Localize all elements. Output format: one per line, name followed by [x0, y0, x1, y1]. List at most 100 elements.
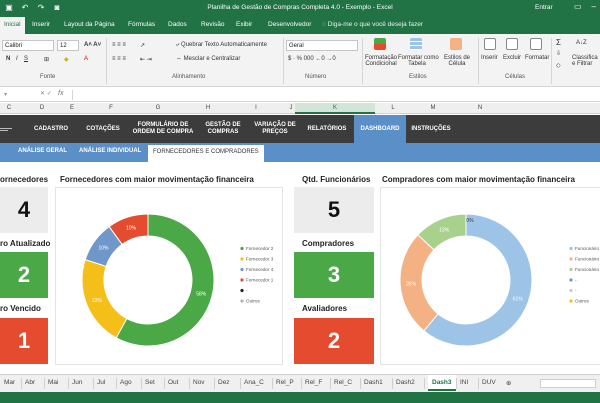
- sign-in-link[interactable]: Entrar: [535, 4, 553, 11]
- nav-instrucoes[interactable]: INSTRUÇÕES: [406, 115, 456, 143]
- grow-font-icon[interactable]: A˄ A˅: [84, 42, 101, 48]
- currency-icon[interactable]: $ · % 000 ←0 →0: [288, 56, 336, 62]
- format-table-button[interactable]: Formatar como Tabela: [398, 55, 439, 67]
- sheet-tab-set[interactable]: Set: [145, 379, 155, 386]
- italic-button[interactable]: I: [16, 56, 18, 62]
- wrap-text-button[interactable]: ⤶ Quebrar Texto Automaticamente: [176, 42, 267, 49]
- sheet-tab-dash1[interactable]: Dash1: [364, 379, 383, 386]
- nav-dashboard[interactable]: DASHBOARD: [354, 115, 406, 143]
- sheet-tab-ago[interactable]: Ago: [120, 379, 132, 386]
- indent-icon[interactable]: ⇤ ⇥: [140, 56, 152, 63]
- minimize-icon[interactable]: –: [592, 2, 596, 11]
- font-name-select[interactable]: Calibri: [2, 40, 54, 51]
- sheet-tab-dez[interactable]: Dez: [218, 379, 230, 386]
- column-header[interactable]: I: [251, 105, 261, 111]
- subtab-fornecedores-compradores[interactable]: FORNECEDORES E COMPRADORES: [148, 145, 264, 162]
- tab-revisao[interactable]: Revisão: [201, 21, 224, 28]
- sheet-tab-abr[interactable]: Abr: [25, 379, 35, 386]
- sheet-tab-dash3[interactable]: Dash3: [428, 375, 456, 391]
- font-size-select[interactable]: 12: [57, 40, 79, 51]
- orientation-icon[interactable]: ↗: [140, 42, 145, 49]
- sort-filter-icon[interactable]: A↓Z: [576, 40, 587, 46]
- column-header[interactable]: H: [203, 105, 213, 111]
- tab-inserir[interactable]: Inserir: [32, 21, 50, 28]
- column-header[interactable]: D: [37, 105, 47, 111]
- function-icon[interactable]: fx: [58, 90, 63, 97]
- fill-icon[interactable]: ⇩: [556, 50, 561, 57]
- tab-dados[interactable]: Dados: [168, 21, 187, 28]
- format-cells-icon[interactable]: [530, 38, 542, 50]
- wrap-text-label: Quebrar Texto Automaticamente: [181, 42, 267, 48]
- column-header[interactable]: N: [475, 105, 485, 111]
- format-cells-button[interactable]: Formatar: [525, 55, 549, 61]
- formula-input[interactable]: [72, 90, 598, 100]
- sheet-tab-out[interactable]: Out: [168, 379, 178, 386]
- column-header[interactable]: F: [106, 105, 116, 111]
- sheet-tabs: Mar Abr Mai Jun Jul Ago Set Out Nov Dez Ana_C Rel_P…: [0, 374, 600, 392]
- sheet-tab-rel-p[interactable]: Rel_P: [276, 379, 294, 386]
- tell-me-box[interactable]: ◌ Diga-me o que você deseja fazer: [322, 21, 423, 28]
- sheet-tab-dash2[interactable]: Dash2: [396, 379, 415, 386]
- bold-button[interactable]: N: [6, 56, 10, 62]
- merge-center-button[interactable]: ⇔ Mesclar e Centralizar: [176, 56, 240, 62]
- cancel-enter-icons[interactable]: ✕ ✓: [40, 90, 52, 97]
- insert-cells-button[interactable]: Inserir: [481, 55, 498, 61]
- fill-color-icon[interactable]: ◆: [64, 56, 69, 63]
- cell-styles-line2: Célula: [448, 61, 466, 67]
- clear-icon[interactable]: ◇: [556, 62, 561, 69]
- delete-cells-button[interactable]: Excluir: [503, 55, 521, 61]
- sheet-tab-rel-f[interactable]: Rel_F: [305, 379, 322, 386]
- group-font-label: Fonte: [40, 74, 56, 80]
- subtab-analise-individual[interactable]: ANÁLISE INDIVIDUAL: [79, 148, 141, 154]
- nav-cadastro[interactable]: CADASTRO: [22, 115, 80, 143]
- ribbon-display-icon[interactable]: ▭: [574, 2, 582, 11]
- borders-icon[interactable]: ⊞: [44, 56, 49, 63]
- sheet-tab-mar[interactable]: Mar: [4, 379, 15, 386]
- conditional-format-icon[interactable]: [374, 38, 386, 50]
- delete-cells-icon[interactable]: [506, 38, 518, 50]
- group-number-label: Número: [305, 74, 327, 80]
- column-header[interactable]: E: [67, 105, 77, 111]
- format-table-icon[interactable]: [410, 38, 422, 50]
- sort-filter-button[interactable]: Classifica e Filtrar: [572, 55, 598, 67]
- nav-cotacoes[interactable]: COTAÇÕES: [80, 115, 126, 143]
- sheet-tab-nov[interactable]: Nov: [193, 379, 205, 386]
- tab-formulas[interactable]: Fórmulas: [128, 21, 155, 28]
- column-header[interactable]: C: [4, 105, 14, 111]
- sheet-tab-jul[interactable]: Jul: [97, 379, 105, 386]
- nav-relatorios[interactable]: RELATÓRIOS: [300, 115, 354, 143]
- stat-label-compradores: Compradores: [302, 239, 355, 248]
- column-header[interactable]: L: [388, 105, 398, 111]
- tab-desenvolvedor[interactable]: Desenvolvedor: [268, 21, 311, 28]
- column-header[interactable]: G: [153, 105, 163, 111]
- tab-separator: [301, 378, 302, 389]
- tab-inicial[interactable]: Inicial: [0, 17, 25, 34]
- sheet-tab-ana-c[interactable]: Ana_C: [244, 379, 264, 386]
- sheet-tab-rel-c[interactable]: Rel_C: [334, 379, 352, 386]
- horizontal-scrollbar[interactable]: [540, 379, 596, 388]
- name-box[interactable]: ▾: [4, 91, 7, 98]
- nav-formulario[interactable]: FORMULÁRIO DE ORDEM DE COMPRA: [128, 115, 198, 143]
- sheet-tab-duv[interactable]: DUV: [482, 379, 496, 386]
- tab-exibir[interactable]: Exibir: [236, 21, 252, 28]
- font-color-icon[interactable]: A: [84, 56, 88, 62]
- cell-styles-button[interactable]: Estilos de Célula: [438, 55, 476, 67]
- nav-variacao[interactable]: VARIAÇÃO DE PREÇOS: [250, 115, 300, 143]
- cell-styles-icon[interactable]: [450, 38, 462, 50]
- column-header[interactable]: M: [428, 105, 438, 111]
- column-header-selected[interactable]: K: [295, 103, 375, 114]
- sheet-tab-ini[interactable]: INI: [460, 379, 468, 386]
- sheet-tab-mai[interactable]: Mai: [48, 379, 58, 386]
- new-sheet-icon[interactable]: ⊕: [506, 379, 511, 387]
- insert-cells-icon[interactable]: [484, 38, 496, 50]
- align-left-icon[interactable]: ≡ ≡ ≡: [112, 56, 126, 62]
- nav-gestao[interactable]: GESTÃO DE COMPRAS: [200, 115, 246, 143]
- sheet-tab-jun[interactable]: Jun: [72, 379, 82, 386]
- tab-layout[interactable]: Layout da Página: [64, 21, 115, 28]
- subtab-analise-geral[interactable]: ANÁLISE GERAL: [18, 148, 67, 154]
- number-format-select[interactable]: Geral: [286, 40, 358, 51]
- underline-button[interactable]: S: [24, 56, 28, 62]
- autosum-icon[interactable]: Σ: [556, 38, 561, 47]
- align-top-icon[interactable]: ≡ ≡ ≡: [112, 42, 126, 48]
- conditional-format-button[interactable]: Formatação Condicional: [362, 55, 400, 67]
